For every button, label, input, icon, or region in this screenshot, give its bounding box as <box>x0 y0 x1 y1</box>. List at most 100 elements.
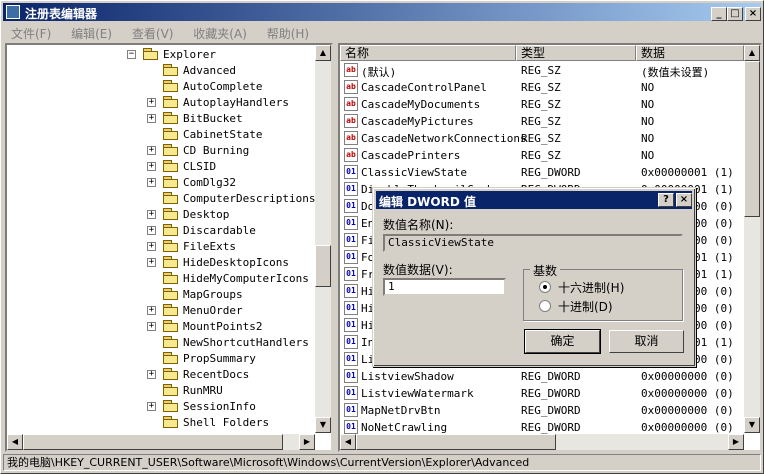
tree-scroll-thumb[interactable] <box>315 245 331 287</box>
scroll-left-arrow-icon[interactable]: ◀ <box>7 434 23 450</box>
folder-icon <box>163 352 179 365</box>
tree-node-label: AutoComplete <box>183 80 263 93</box>
value-name: CascadeControlPanel <box>361 81 487 94</box>
value-type: REG_DWORD <box>521 387 581 400</box>
value-data: 0x00000000 (0) <box>641 421 734 434</box>
tree-node-label: RunMRU <box>183 384 223 397</box>
menu-view[interactable]: 查看(V) <box>124 23 182 44</box>
decimal-radio-button[interactable] <box>539 300 551 312</box>
list-scroll-down-arrow-icon[interactable]: ▼ <box>744 417 760 433</box>
key-tree-pane[interactable]: − Explorer Advanced AutoComplete + AutoplayHa… <box>5 43 333 452</box>
value-type: REG_DWORD <box>521 421 581 434</box>
tree-node-label: CabinetState <box>183 128 263 141</box>
expand-icon[interactable]: + <box>147 402 156 411</box>
expand-icon[interactable]: + <box>147 322 156 331</box>
list-vertical-scrollbar[interactable]: ▲ ▼ <box>744 45 760 433</box>
scroll-down-arrow-icon[interactable]: ▼ <box>315 417 331 433</box>
value-row[interactable]: ab CascadeMyDocuments REG_SZ NO <box>340 96 744 113</box>
tree-node-label: CLSID <box>183 160 217 173</box>
expand-icon[interactable]: + <box>147 210 156 219</box>
list-scroll-thumb[interactable] <box>744 61 760 217</box>
expand-icon[interactable]: + <box>147 226 156 235</box>
list-scroll-up-arrow-icon[interactable]: ▲ <box>744 45 760 61</box>
expand-icon[interactable]: + <box>147 242 156 251</box>
value-row[interactable]: ab CascadePrinters REG_SZ NO <box>340 147 744 164</box>
scroll-right-arrow-icon[interactable]: ▶ <box>299 434 315 450</box>
menu-help[interactable]: 帮助(H) <box>259 23 317 44</box>
expand-icon[interactable]: + <box>147 98 156 107</box>
value-data: NO <box>641 132 655 145</box>
menu-favorites[interactable]: 收藏夹(A) <box>185 23 255 44</box>
binary-value-icon: 01 <box>344 335 358 349</box>
tree-node-label: HideDesktopIcons <box>183 256 289 269</box>
value-data: NO <box>641 98 655 111</box>
folder-icon <box>163 160 179 173</box>
tree-node-label: FileExts <box>183 240 236 253</box>
base-group-title: 基数 <box>530 262 561 279</box>
value-type: REG_DWORD <box>521 370 581 383</box>
value-row[interactable]: ab (默认) REG_SZ (数值未设置) <box>340 62 744 79</box>
decimal-radio-label[interactable]: 十进制(D) <box>558 298 613 315</box>
close-button[interactable]: × <box>745 7 761 21</box>
value-name: NoNetCrawling <box>361 421 448 434</box>
binary-value-icon: 01 <box>344 403 358 417</box>
value-row[interactable]: 01 ClassicViewState REG_DWORD 0x00000001 (1… <box>340 164 744 181</box>
cancel-button[interactable]: 取消 <box>609 330 684 353</box>
dialog-close-button[interactable]: × <box>676 193 692 207</box>
tree-vertical-scrollbar[interactable]: ▲ ▼ <box>315 45 331 433</box>
dialog-title: 编辑 DWORD 值 <box>379 195 476 209</box>
list-hscroll-thumb[interactable] <box>356 434 556 450</box>
value-data: 0x00000000 (0) <box>641 404 734 417</box>
tree-node-label: MountPoints2 <box>183 320 263 333</box>
expand-icon[interactable]: + <box>147 114 156 123</box>
string-value-icon: ab <box>344 131 358 145</box>
column-header-name[interactable]: 名称 <box>340 45 516 61</box>
list-scroll-right-arrow-icon[interactable]: ▶ <box>728 434 744 450</box>
tree-hscroll-thumb[interactable] <box>23 434 283 450</box>
binary-value-icon: 01 <box>344 318 358 332</box>
value-name: CascadePrinters <box>361 149 461 162</box>
tree-node-label: CD Burning <box>183 144 250 157</box>
minimize-button[interactable]: _ <box>711 7 727 21</box>
window-title: 注册表编辑器 <box>25 7 98 21</box>
scroll-up-arrow-icon[interactable]: ▲ <box>315 45 331 61</box>
expand-icon[interactable]: + <box>147 258 156 267</box>
value-row[interactable]: ab CascadeControlPanel REG_SZ NO <box>340 79 744 96</box>
ok-button[interactable]: 确定 <box>524 329 601 354</box>
column-header-type[interactable]: 类型 <box>516 45 636 61</box>
menu-edit[interactable]: 编辑(E) <box>63 23 120 44</box>
value-data: 0x00000001 (1) <box>641 166 734 179</box>
tree-horizontal-scrollbar[interactable]: ◀ ▶ <box>7 434 315 450</box>
title-bar[interactable]: 注册表编辑器 _ □ × <box>3 3 761 21</box>
expand-icon[interactable]: + <box>147 162 156 171</box>
value-row[interactable]: 01 MapNetDrvBtn REG_DWORD 0x00000000 (0) <box>340 402 744 419</box>
value-row[interactable]: 01 ListviewShadow REG_DWORD 0x00000000 (0) <box>340 368 744 385</box>
dialog-title-bar[interactable]: 编辑 DWORD 值 ? × <box>376 191 692 209</box>
hex-radio-button[interactable] <box>539 281 551 293</box>
tree-node-label: Advanced <box>183 64 236 77</box>
dialog-help-icon[interactable]: ? <box>658 193 674 207</box>
list-horizontal-scrollbar[interactable]: ◀ ▶ <box>340 434 744 450</box>
collapse-icon[interactable]: − <box>127 50 136 59</box>
folder-icon <box>163 416 179 429</box>
menu-file[interactable]: 文件(F) <box>3 23 59 44</box>
expand-icon[interactable]: + <box>147 306 156 315</box>
tree-node-label: AutoplayHandlers <box>183 96 289 109</box>
binary-value-icon: 01 <box>344 182 358 196</box>
column-header-data[interactable]: 数据 <box>636 45 744 61</box>
tree-node-label: MenuOrder <box>183 304 243 317</box>
value-name: ListviewShadow <box>361 370 454 383</box>
maximize-button[interactable]: □ <box>727 7 743 21</box>
expand-icon[interactable]: + <box>147 178 156 187</box>
value-data: 0x00000000 (0) <box>641 370 734 383</box>
folder-icon <box>163 336 179 349</box>
list-scroll-left-arrow-icon[interactable]: ◀ <box>340 434 356 450</box>
value-row[interactable]: ab CascadeNetworkConnections REG_SZ NO <box>340 130 744 147</box>
hex-radio-label[interactable]: 十六进制(H) <box>558 279 624 296</box>
value-name-field: ClassicViewState <box>383 234 683 252</box>
expand-icon[interactable]: + <box>147 146 156 155</box>
value-data-input[interactable]: 1 <box>383 278 506 296</box>
value-row[interactable]: ab CascadeMyPictures REG_SZ NO <box>340 113 744 130</box>
expand-icon[interactable]: + <box>147 370 156 379</box>
value-row[interactable]: 01 ListviewWatermark REG_DWORD 0x00000000 (… <box>340 385 744 402</box>
